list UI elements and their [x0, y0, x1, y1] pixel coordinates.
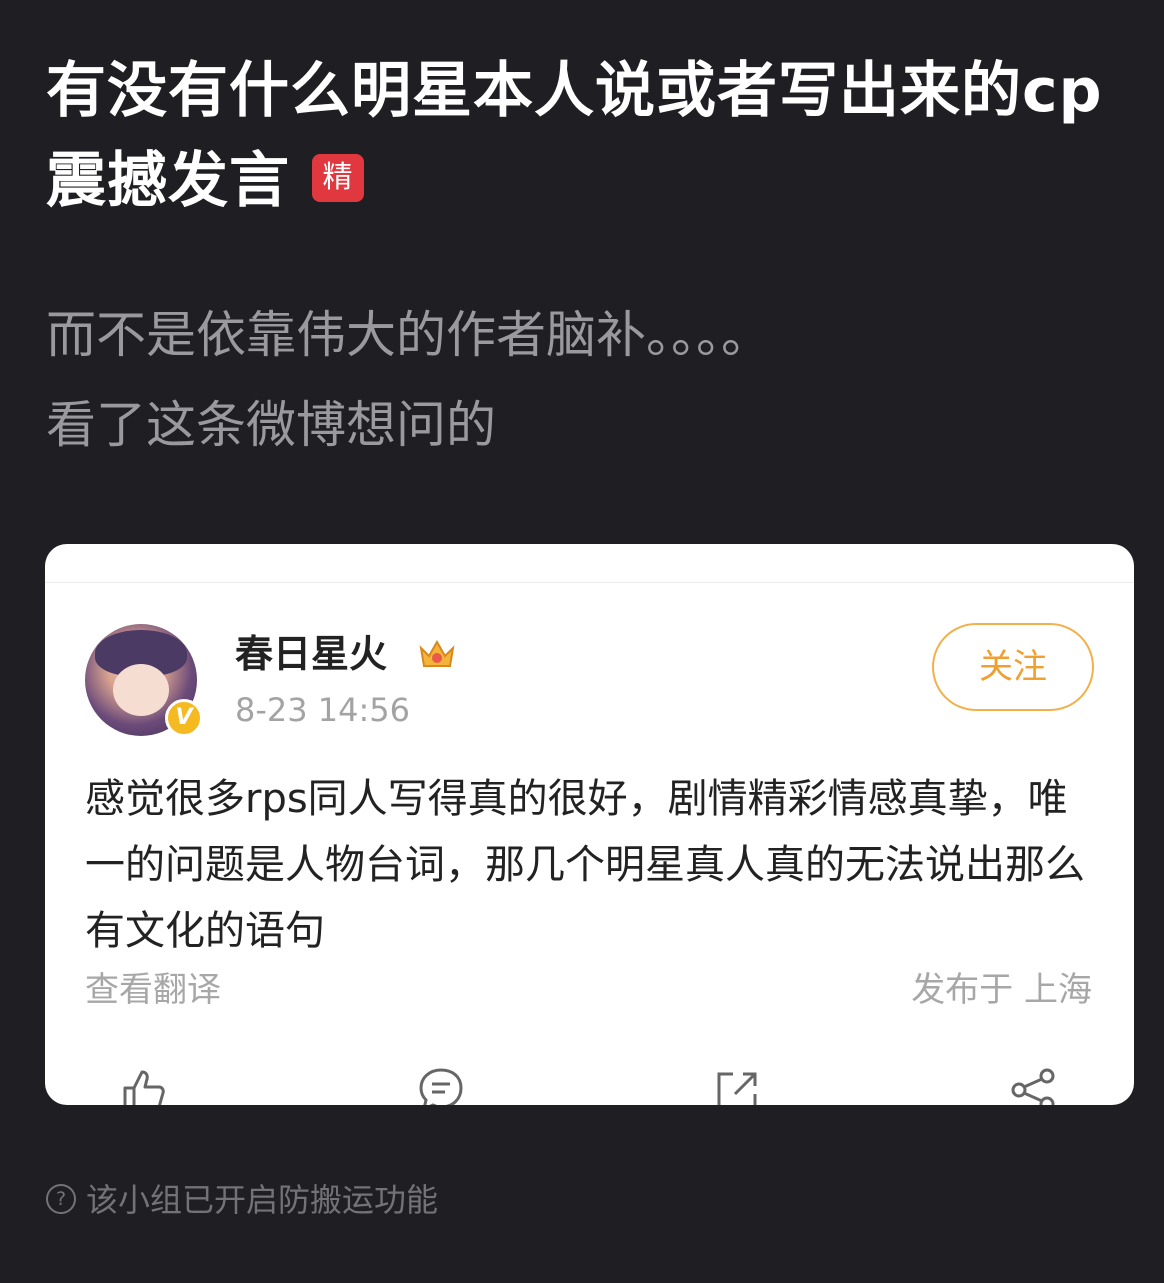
- post-location: 发布于 上海: [911, 970, 1092, 1010]
- crown-icon: [419, 639, 455, 667]
- featured-badge: 精: [312, 154, 364, 203]
- verified-badge-icon: V: [165, 699, 203, 737]
- translate-link[interactable]: 查看翻译: [85, 968, 221, 1012]
- post-body-line: 看了这条微博想问的: [46, 396, 496, 454]
- post-title-text: 有没有什么明星本人说或者写出来的cp震撼发言: [46, 56, 1103, 216]
- divider: [45, 582, 1134, 583]
- username[interactable]: 春日星火: [235, 630, 387, 678]
- like-icon[interactable]: [119, 1064, 171, 1105]
- post-timestamp: 8-23 14:56: [235, 691, 411, 729]
- weibo-screenshot-card[interactable]: V 春日星火 8-23 14:56 关注 感觉很多rps同人写得真的很好，剧情精…: [45, 544, 1134, 1105]
- comment-icon[interactable]: [415, 1064, 467, 1105]
- anti-repost-notice-text: 该小组已开启防搬运功能: [86, 1181, 439, 1219]
- post-title: 有没有什么明星本人说或者写出来的cp震撼发言精: [46, 46, 1136, 226]
- share-icon[interactable]: [1007, 1064, 1059, 1105]
- help-circle-icon[interactable]: ?: [46, 1184, 76, 1214]
- repost-icon[interactable]: [711, 1064, 763, 1105]
- follow-button[interactable]: 关注: [932, 623, 1094, 711]
- post-body: 而不是依靠伟大的作者脑补。。。。 看了这条微博想问的: [46, 290, 1136, 470]
- anti-repost-notice: ? 该小组已开启防搬运功能: [46, 1178, 438, 1222]
- weibo-content: 感觉很多rps同人写得真的很好，剧情精彩情感真挚，唯一的问题是人物台词，那几个明…: [85, 776, 1085, 954]
- post-body-line: 而不是依靠伟大的作者脑补。。。。: [46, 306, 771, 364]
